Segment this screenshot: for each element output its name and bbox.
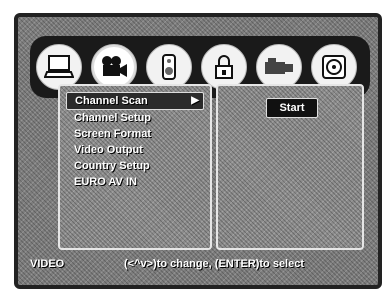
settings-menu: Channel Scan ▶ Channel Setup Screen Form… xyxy=(60,86,210,190)
menu-item-label: Screen Format xyxy=(74,128,152,140)
settings-menu-panel: Channel Scan ▶ Channel Setup Screen Form… xyxy=(58,84,212,250)
menu-item-country-setup[interactable]: Country Setup xyxy=(66,158,204,174)
menu-item-label: Video Output xyxy=(74,144,143,156)
menu-item-label: Channel Scan xyxy=(75,95,148,107)
menu-item-label: Channel Setup xyxy=(74,112,152,124)
menu-item-screen-format[interactable]: Screen Format xyxy=(66,126,204,142)
menu-item-video-output[interactable]: Video Output xyxy=(66,142,204,158)
mode-label: VIDEO xyxy=(30,258,65,270)
menu-item-euro-av-in[interactable]: EURO AV IN xyxy=(66,174,204,190)
start-button[interactable]: Start xyxy=(266,98,318,118)
detail-panel: Start xyxy=(216,84,364,250)
status-bar: VIDEO (<^v>)to change, (ENTER)to select xyxy=(24,254,380,278)
navigation-hint: (<^v>)to change, (ENTER)to select xyxy=(124,258,305,270)
menu-item-channel-setup[interactable]: Channel Setup xyxy=(66,110,204,126)
menu-item-label: EURO AV IN xyxy=(74,176,137,188)
menu-item-channel-scan[interactable]: Channel Scan ▶ xyxy=(66,92,204,110)
submenu-arrow-icon: ▶ xyxy=(191,95,199,106)
menu-item-label: Country Setup xyxy=(74,160,150,172)
